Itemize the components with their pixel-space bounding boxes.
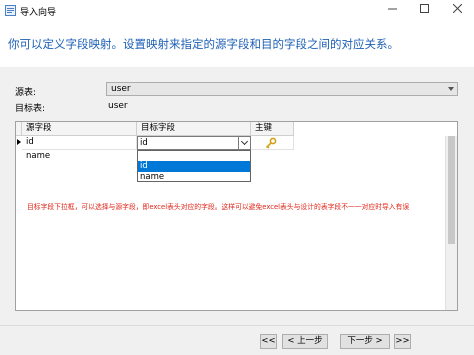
instruction-text: 你可以定义字段映射。设置映射来指定的源字段和目的字段之间的对应关系。 [8,37,399,51]
title-bar: 导入向导 [0,0,474,22]
import-wizard-icon [5,5,16,16]
window-title: 导入向导 [20,8,57,18]
column-header-primary-key[interactable]: 主键 [251,122,294,136]
dropdown-option[interactable]: id [138,161,250,172]
prev-step-button[interactable]: < 上一步 [282,334,328,349]
chevron-down-icon [240,137,249,146]
mapping-panel: 源表: user 目标表: user 源字段 目标字段 主键 id id nam… [0,67,474,325]
source-table-label: 源表: [15,88,37,98]
minimize-button[interactable] [382,2,402,20]
next-step-button[interactable]: 下一步 > [340,334,390,349]
field-mapping-grid: 源字段 目标字段 主键 id id name id name 目标字段下拉框，可… [15,121,458,311]
first-step-button[interactable]: << [260,334,277,349]
maximize-icon [419,4,429,13]
key-icon [265,137,277,149]
target-field-combo[interactable]: id [137,136,251,150]
dropdown-option[interactable]: name [138,172,250,183]
source-field-cell[interactable]: id [22,136,137,150]
target-field-dropdown-list: id name [137,150,251,182]
close-icon [452,3,462,14]
source-field-cell[interactable]: name [22,150,137,164]
last-step-button[interactable]: >> [394,334,411,349]
chevron-down-icon [448,87,454,91]
scrollbar-thumb[interactable] [448,136,455,244]
target-table-label: 目标表: [15,104,46,114]
source-table-select[interactable]: user [106,82,458,96]
target-field-value: id [140,138,148,148]
wizard-footer: << < 上一步 下一步 > >> [0,325,474,355]
maximize-button[interactable] [414,2,434,20]
source-table-value: user [111,84,131,94]
close-button[interactable] [447,2,467,20]
minimize-icon [387,8,397,10]
annotation-note: 目标字段下拉框，可以选择与源字段，即excel表头对应的字段。这样可以避免exc… [27,203,410,211]
vertical-scrollbar[interactable] [445,136,457,310]
target-table-value: user [108,101,128,111]
wizard-header: 你可以定义字段映射。设置映射来指定的源字段和目的字段之间的对应关系。 [0,22,474,68]
column-header-target[interactable]: 目标字段 [137,122,251,136]
combo-dropdown-button[interactable] [238,137,250,149]
column-header-source[interactable]: 源字段 [22,122,137,136]
